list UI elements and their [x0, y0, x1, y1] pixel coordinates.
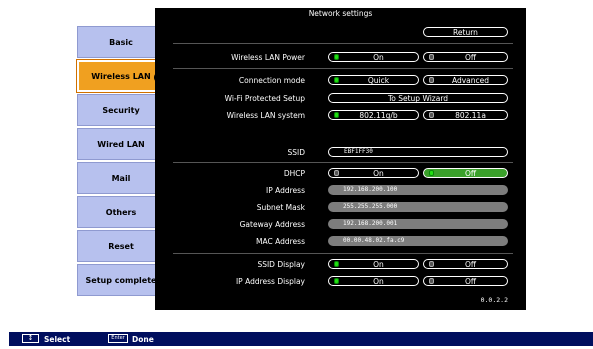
- option-label: Off: [464, 168, 477, 178]
- wireless-lan-system-a-option[interactable]: 802.11a: [423, 110, 508, 120]
- option-label: On: [373, 52, 384, 62]
- enter-key-icon: Enter: [108, 334, 128, 343]
- subnet-mask-field[interactable]: 255.255.255.000: [328, 202, 508, 212]
- option-label: Off: [464, 52, 477, 62]
- sidebar-item-wireless-lan[interactable]: Wireless LAN✓: [76, 59, 166, 93]
- dhcp-off-option[interactable]: Off: [423, 168, 508, 178]
- ip-address-display-label: IP Address Display: [235, 277, 305, 286]
- subnet-mask-label: Subnet Mask: [256, 203, 305, 212]
- sidebar-item-others[interactable]: Others: [77, 196, 165, 228]
- ip-address-label: IP Address: [266, 186, 305, 195]
- wireless-lan-power-on-option[interactable]: On: [328, 52, 419, 62]
- wireless-lan-power-off-option[interactable]: Off: [423, 52, 508, 62]
- sidebar-item-reset[interactable]: Reset: [77, 230, 165, 262]
- dhcp-on-option[interactable]: On: [328, 168, 419, 178]
- done-hint: Done: [132, 335, 154, 344]
- sidebar-item-label: Others: [105, 207, 137, 217]
- footer-hint-bar: ↕ Select Enter Done: [9, 332, 593, 346]
- sidebar-item-basic[interactable]: Basic: [77, 26, 165, 58]
- divider: [173, 68, 513, 69]
- divider: [173, 43, 513, 44]
- ssid-display-label: SSID Display: [257, 260, 305, 269]
- panel-title: Network settings: [308, 9, 373, 18]
- firmware-version: 0.0.2.2: [480, 296, 508, 304]
- sidebar-item-label: Mail: [111, 173, 131, 183]
- gateway-address-label: Gateway Address: [239, 220, 305, 229]
- dhcp-label: DHCP: [283, 169, 305, 178]
- wireless-lan-power-label: Wireless LAN Power: [231, 53, 305, 62]
- option-label: On: [373, 168, 384, 178]
- option-label: Off: [464, 259, 477, 269]
- option-label: Off: [464, 276, 477, 286]
- option-label: On: [373, 276, 384, 286]
- sidebar-item-security[interactable]: Security: [77, 94, 165, 126]
- divider: [173, 253, 513, 254]
- mac-address-label: MAC Address: [256, 237, 305, 246]
- ip-address-field[interactable]: 192.168.200.100: [328, 185, 508, 195]
- option-label: 802.11g/b: [359, 110, 398, 120]
- ssid-input[interactable]: EBF1FF30: [328, 147, 508, 157]
- gateway-address-field[interactable]: 192.168.200.001: [328, 219, 508, 229]
- divider: [173, 162, 513, 163]
- sidebar-item-label: Reset: [108, 241, 134, 251]
- sidebar-item-label: Basic: [109, 37, 133, 47]
- sidebar-item-label: Wired LAN: [97, 139, 145, 149]
- ssid-display-off-option[interactable]: Off: [423, 259, 508, 269]
- wireless-lan-system-gb-option[interactable]: 802.11g/b: [328, 110, 419, 120]
- connection-mode-advanced-option[interactable]: Advanced: [423, 75, 508, 85]
- return-button[interactable]: Return: [423, 27, 508, 37]
- sidebar-item-label: Setup complete: [85, 275, 157, 285]
- mac-address-field: 00.00.48.02.fa.c9: [328, 236, 508, 246]
- setup-wizard-button[interactable]: To Setup Wizard: [328, 93, 508, 103]
- wps-label: Wi-Fi Protected Setup: [224, 94, 305, 103]
- ssid-display-on-option[interactable]: On: [328, 259, 419, 269]
- option-label: Quick: [367, 75, 390, 85]
- select-hint: Select: [44, 335, 71, 344]
- option-label: 802.11a: [455, 110, 486, 120]
- option-label: On: [373, 259, 384, 269]
- updown-arrow-icon: ↕: [22, 334, 39, 343]
- wireless-lan-system-label: Wireless LAN system: [226, 111, 305, 120]
- ip-display-on-option[interactable]: On: [328, 276, 419, 286]
- connection-mode-label: Connection mode: [238, 76, 305, 85]
- sidebar-item-setup-complete[interactable]: Setup complete: [77, 264, 165, 296]
- sidebar-item-label: Wireless LAN: [91, 71, 151, 81]
- network-settings-panel: Network settings Return Wireless LAN Pow…: [155, 8, 526, 310]
- setup-wizard-label: To Setup Wizard: [387, 93, 449, 103]
- return-label: Return: [453, 27, 478, 37]
- sidebar-item-wired-lan[interactable]: Wired LAN: [77, 128, 165, 160]
- sidebar-item-label: Security: [102, 105, 140, 115]
- sidebar-item-mail[interactable]: Mail: [77, 162, 165, 194]
- ssid-label: SSID: [287, 148, 305, 157]
- option-label: Advanced: [451, 75, 490, 85]
- connection-mode-quick-option[interactable]: Quick: [328, 75, 419, 85]
- ip-display-off-option[interactable]: Off: [423, 276, 508, 286]
